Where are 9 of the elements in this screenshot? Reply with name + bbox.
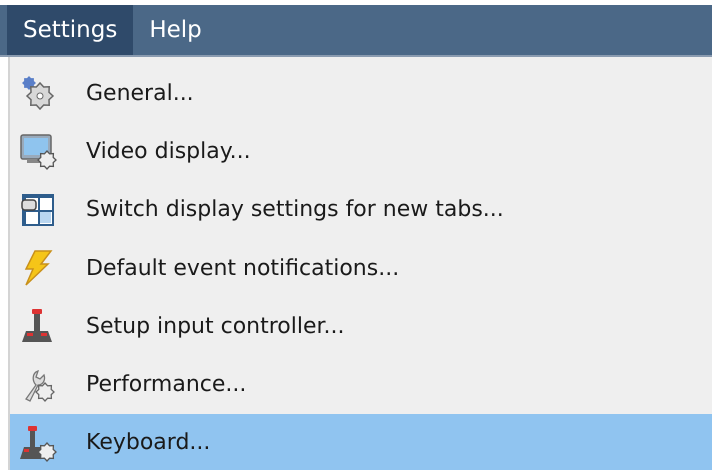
menu-item[interactable]: Video display...: [10, 122, 712, 181]
menu-item[interactable]: Keyboard...: [10, 414, 712, 470]
menu-bar-item[interactable]: Settings: [7, 5, 134, 55]
menu-item[interactable]: Default event notifications...: [10, 238, 712, 298]
menu-item[interactable]: Performance...: [10, 355, 712, 414]
menu-bar-item[interactable]: Help: [133, 5, 218, 55]
menu-item[interactable]: Switch display settings for new tabs...: [10, 180, 712, 239]
menu-item[interactable]: General...: [10, 64, 712, 122]
menu-item[interactable]: Setup input controller...: [10, 297, 712, 356]
